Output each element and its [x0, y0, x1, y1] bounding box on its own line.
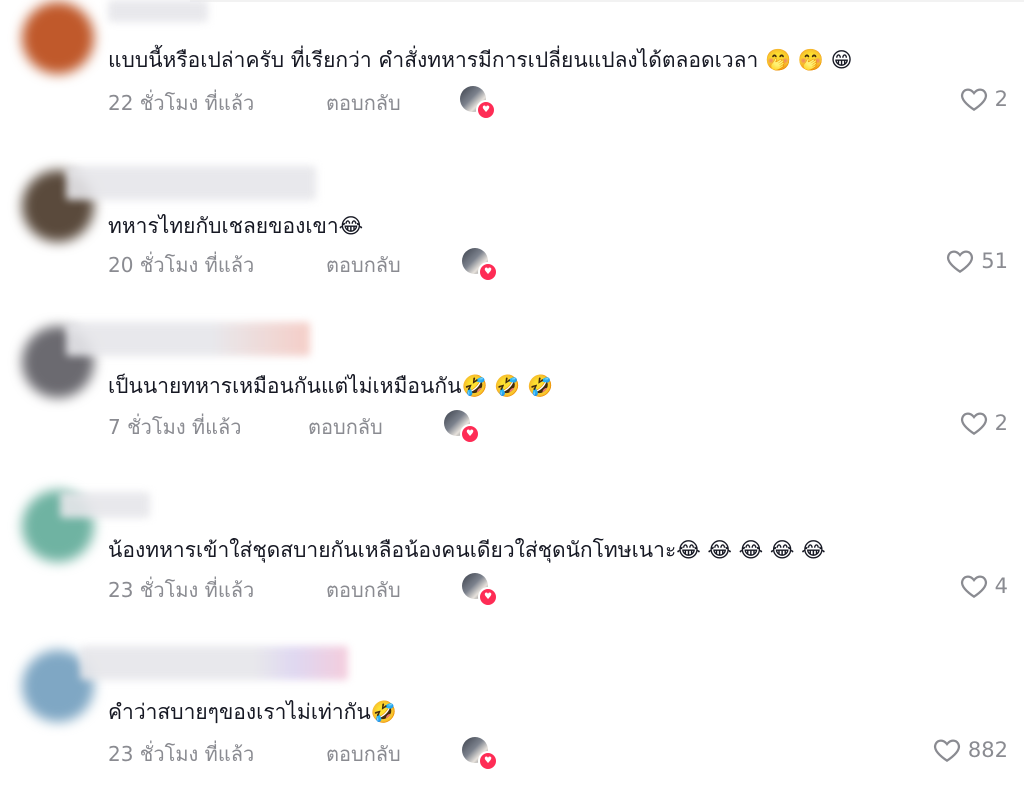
comment-text: ทหารไทยกับเชลยของเขา😂: [108, 214, 364, 238]
comment-item: คำว่าสบายๆของเราไม่เท่ากัน🤣 23 ชั่วโมง ท…: [0, 640, 1024, 794]
comment-time: 20 ชั่วโมง ที่แล้ว: [108, 253, 255, 277]
comment-text: แบบนี้หรือเปล่าครับ ที่เรียกว่า คำสั่งทห…: [108, 48, 853, 72]
like-count: 882: [967, 738, 1008, 762]
creator-liked-indicator: ♥: [462, 573, 498, 607]
heart-outline-icon: [960, 412, 987, 435]
like-count: 2: [994, 411, 1008, 435]
like-count: 2: [994, 87, 1008, 111]
comment-text: น้องทหารเข้าใส่ชุดสบายกันเหลือน้องคนเดีย…: [108, 538, 826, 562]
comment-text: คำว่าสบายๆของเราไม่เท่ากัน🤣: [108, 700, 397, 724]
creator-liked-indicator: ♥: [460, 86, 496, 120]
username-redacted: [60, 492, 150, 518]
comment-item: เป็นนายทหารเหมือนกันแต่ไม่เหมือนกัน🤣 🤣 🤣…: [0, 318, 1024, 458]
comment-time: 7 ชั่วโมง ที่แล้ว: [108, 415, 242, 439]
reply-button[interactable]: ตอบกลับ: [326, 738, 401, 770]
username-redacted: [80, 646, 348, 680]
commenter-avatar[interactable]: [22, 2, 94, 74]
like-button[interactable]: 882: [932, 735, 1008, 765]
heart-badge-icon: ♥: [478, 587, 498, 607]
username-redacted: [108, 0, 208, 22]
comment-item: แบบนี้หรือเปล่าครับ ที่เรียกว่า คำสั่งทห…: [0, 0, 1024, 140]
comment-item: น้องทหารเข้าใส่ชุดสบายกันเหลือน้องคนเดีย…: [0, 482, 1024, 622]
like-button[interactable]: 51: [945, 246, 1008, 276]
comment-time: 22 ชั่วโมง ที่แล้ว: [108, 91, 255, 115]
creator-liked-indicator: ♥: [462, 737, 498, 771]
heart-badge-icon: ♥: [478, 751, 498, 771]
heart-outline-icon: [947, 250, 974, 273]
creator-liked-indicator: ♥: [462, 248, 498, 282]
like-button[interactable]: 2: [959, 408, 1008, 438]
username-redacted: [66, 322, 310, 356]
heart-badge-icon: ♥: [478, 262, 498, 282]
heart-outline-icon: [933, 739, 960, 762]
comment-time: 23 ชั่วโมง ที่แล้ว: [108, 578, 255, 602]
creator-liked-indicator: ♥: [444, 410, 480, 444]
reply-button[interactable]: ตอบกลับ: [326, 574, 401, 606]
like-count: 4: [994, 574, 1008, 598]
like-button[interactable]: 4: [959, 571, 1008, 601]
like-count: 51: [981, 249, 1008, 273]
username-redacted: [66, 166, 316, 200]
reply-button[interactable]: ตอบกลับ: [326, 87, 401, 119]
like-button[interactable]: 2: [959, 84, 1008, 114]
comment-text: เป็นนายทหารเหมือนกันแต่ไม่เหมือนกัน🤣 🤣 🤣: [108, 374, 554, 398]
heart-badge-icon: ♥: [476, 100, 496, 120]
heart-outline-icon: [960, 575, 987, 598]
comment-item: ทหารไทยกับเชลยของเขา😂 20 ชั่วโมง ที่แล้ว…: [0, 160, 1024, 300]
reply-button[interactable]: ตอบกลับ: [308, 411, 383, 443]
comment-time: 23 ชั่วโมง ที่แล้ว: [108, 742, 255, 766]
heart-outline-icon: [960, 88, 987, 111]
reply-button[interactable]: ตอบกลับ: [326, 249, 401, 281]
heart-badge-icon: ♥: [460, 424, 480, 444]
